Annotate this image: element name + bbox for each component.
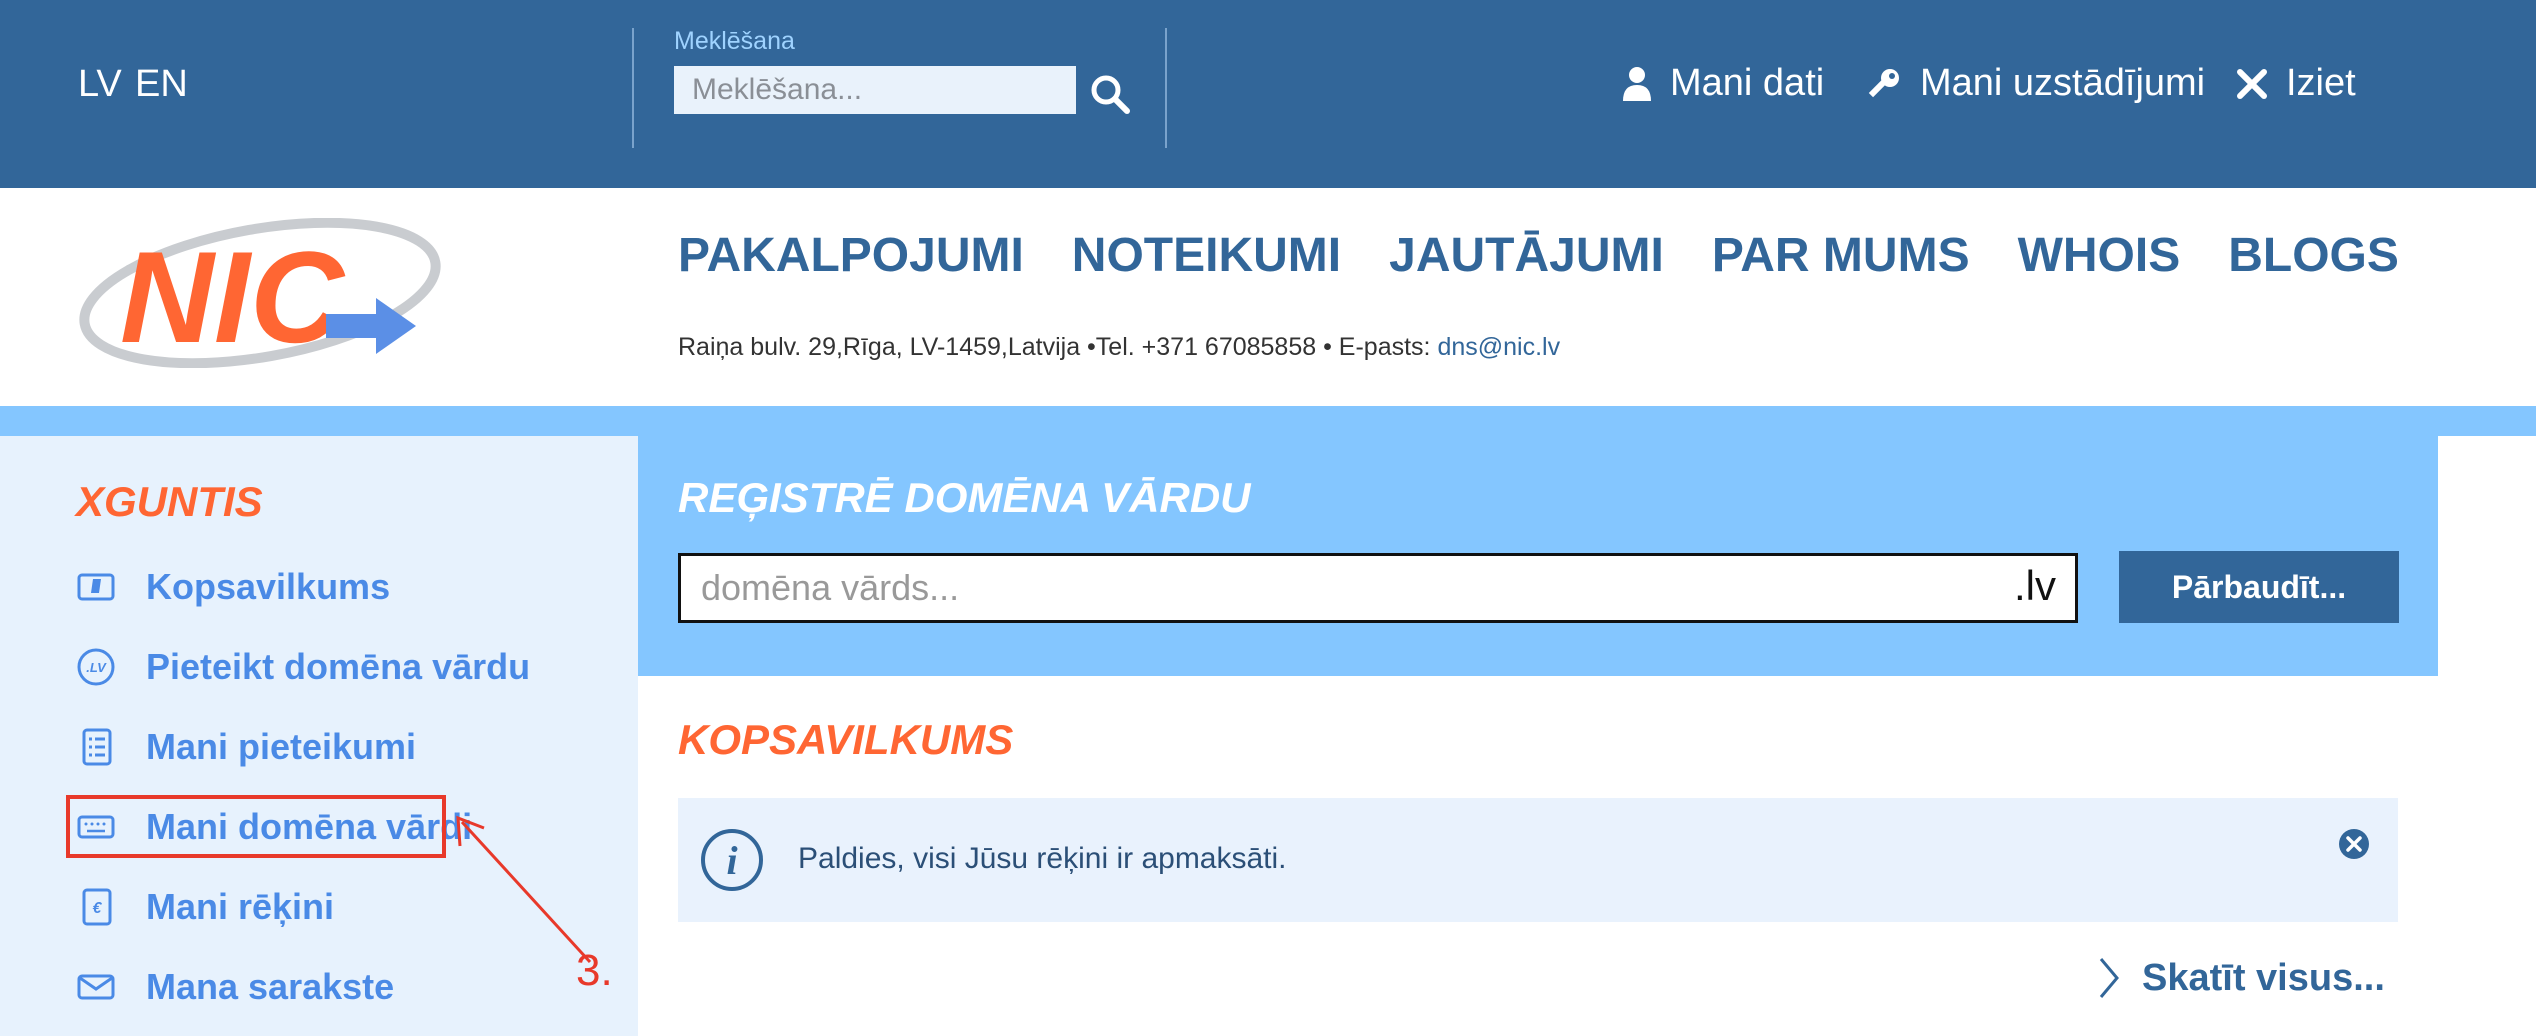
- lang-lv-link[interactable]: LV: [78, 63, 122, 106]
- main-nav: PAKALPOJUMI NOTEIKUMI JAUTĀJUMI PAR MUMS…: [678, 228, 2399, 283]
- nav-whois[interactable]: WHOIS: [2018, 228, 2181, 283]
- chevron-right-icon: [2099, 958, 2119, 998]
- dashboard-icon: [77, 573, 115, 601]
- sidebar-item-register-domain[interactable]: .LV Pieteikt domēna vārdu: [76, 646, 530, 688]
- summary-title: KOPSAVILKUMS: [678, 716, 1014, 763]
- key-icon: [1868, 68, 1899, 97]
- my-settings-link[interactable]: Mani uzstādījumi: [1866, 62, 2205, 105]
- list-icon: [82, 728, 112, 766]
- domain-tld-suffix: .lv: [2014, 562, 2056, 609]
- annotation-step-label: 3.: [576, 946, 613, 995]
- logout-link[interactable]: Iziet: [2236, 62, 2356, 105]
- sidebar-item-my-applications[interactable]: Mani pieteikumi: [76, 726, 416, 768]
- view-all-label: Skatīt visus...: [2142, 956, 2385, 999]
- euro-doc-icon: €: [82, 888, 112, 926]
- svg-text:.LV: .LV: [86, 660, 107, 675]
- lv-domain-icon: .LV: [77, 648, 115, 686]
- top-divider: [632, 28, 634, 148]
- close-circle-icon[interactable]: [2338, 828, 2370, 860]
- search-input[interactable]: [674, 66, 1076, 114]
- my-data-link[interactable]: Mani dati: [1622, 62, 1824, 105]
- sidebar-item-my-messages[interactable]: Mana sarakste: [76, 966, 394, 1008]
- address-text: Raiņa bulv. 29,Rīga, LV-1459,Latvija •Te…: [678, 333, 1438, 361]
- view-all-link[interactable]: Skatīt visus...: [2098, 956, 2385, 1000]
- nic-logo[interactable]: NIC: [76, 218, 444, 368]
- logo-text: NIC: [120, 224, 346, 368]
- nav-questions[interactable]: JAUTĀJUMI: [1389, 228, 1664, 283]
- nav-services[interactable]: PAKALPOJUMI: [678, 228, 1024, 283]
- envelope-icon: [77, 974, 115, 1000]
- logout-label: Iziet: [2286, 62, 2356, 104]
- annotation-highlight-box: [66, 795, 446, 858]
- search-icon[interactable]: [1088, 72, 1132, 116]
- top-divider: [1165, 28, 1167, 148]
- sidebar-item-label: Mani rēķini: [146, 886, 335, 927]
- svg-text:€: €: [93, 900, 103, 917]
- search-label: Meklēšana: [674, 27, 795, 55]
- register-domain-title: REĢISTRĒ DOMĒNA VĀRDU: [678, 474, 1251, 521]
- email-link[interactable]: dns@nic.lv: [1437, 333, 1560, 361]
- sidebar-item-label: Mani pieteikumi: [146, 726, 417, 767]
- domain-name-input[interactable]: [678, 553, 2078, 623]
- svg-text:i: i: [726, 838, 737, 883]
- my-settings-label: Mani uzstādījumi: [1920, 62, 2206, 104]
- contact-address: Raiņa bulv. 29,Rīga, LV-1459,Latvija •Te…: [678, 333, 1560, 362]
- check-domain-button[interactable]: Pārbaudīt...: [2119, 551, 2399, 623]
- close-icon: [2237, 68, 2267, 99]
- lang-en-link[interactable]: EN: [135, 63, 188, 106]
- sidebar-item-my-invoices[interactable]: € Mani rēķini: [76, 886, 334, 928]
- my-data-label: Mani dati: [1670, 62, 1825, 104]
- sidebar-item-label: Kopsavilkums: [146, 566, 391, 607]
- info-icon: i: [701, 829, 763, 891]
- content-band: [0, 406, 2536, 436]
- nav-about[interactable]: PAR MUMS: [1712, 228, 1970, 283]
- sidebar-username: XGUNTIS: [76, 478, 263, 525]
- sidebar-item-label: Pieteikt domēna vārdu: [146, 646, 531, 687]
- nav-rules[interactable]: NOTEIKUMI: [1072, 228, 1341, 283]
- user-icon: [1623, 66, 1651, 101]
- info-message-text: Paldies, visi Jūsu rēķini ir apmaksāti.: [798, 842, 1287, 875]
- sidebar-item-summary[interactable]: Kopsavilkums: [76, 566, 390, 608]
- sidebar-item-label: Mana sarakste: [146, 966, 395, 1007]
- nav-blogs[interactable]: BLOGS: [2228, 228, 2399, 283]
